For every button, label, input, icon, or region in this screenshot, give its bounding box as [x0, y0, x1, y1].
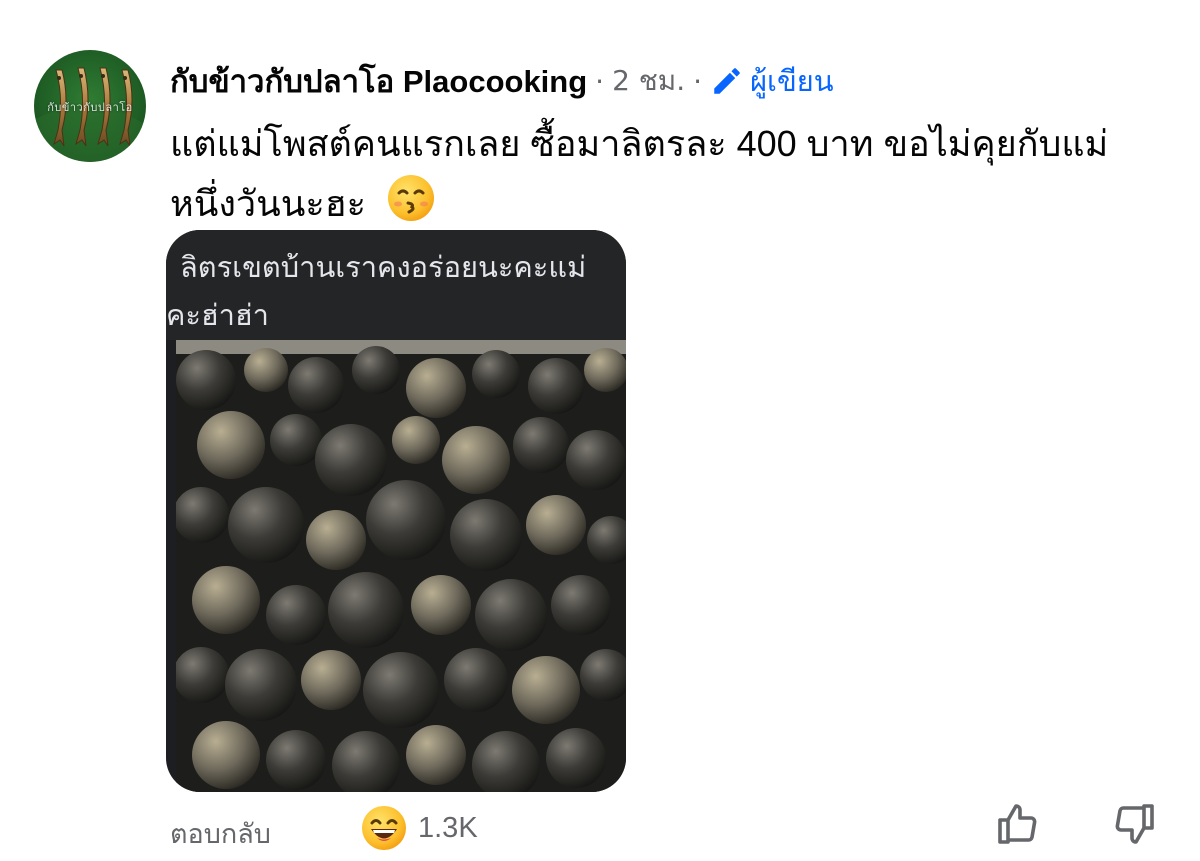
comment-body: แต่แม่โพสต์คนแรกเลย ซื้อมาลิตรละ 400 บาท…	[170, 114, 1160, 240]
attachment-caption-area: ลิตรเขตบ้านเราคงอร่อยนะคะแม่ คะฮ่าฮ่า	[166, 230, 626, 340]
comment-header: กับข้าวกับปลาโอ Plaocooking · 2 ชม. · ผู…	[170, 56, 834, 106]
grinning-face-emoji-icon	[362, 806, 406, 850]
reaction-summary[interactable]: 1.3K	[360, 804, 478, 852]
author-badge-label: ผู้เขียน	[750, 64, 834, 98]
author-badge: ผู้เขียน	[710, 58, 834, 104]
dislike-button[interactable]	[1110, 800, 1158, 852]
attachment-caption-line: คะฮ่าฮ่า	[166, 298, 269, 332]
avatar[interactable]: กับข้าวกับปลาโอ	[34, 50, 146, 162]
like-button[interactable]	[994, 800, 1042, 852]
comment-footer: ตอบกลับ 1.3K	[170, 800, 1160, 856]
comment-time[interactable]: 2 ชม.	[612, 59, 685, 103]
reaction-count: 1.3K	[418, 811, 478, 844]
reply-button[interactable]: ตอบกลับ	[170, 812, 271, 855]
separator: ·	[693, 64, 703, 98]
avatar-caption: กับข้าวกับปลาโอ	[47, 101, 133, 114]
author-name[interactable]: กับข้าวกับปลาโอ Plaocooking	[170, 56, 587, 106]
pencil-icon	[714, 68, 740, 94]
comment-text: แต่แม่โพสต์คนแรกเลย ซื้อมาลิตรละ 400 บาท…	[170, 123, 1109, 225]
comment-attachment-image[interactable]: ลิตรเขตบ้านเราคงอร่อยนะคะแม่ คะฮ่าฮ่า	[166, 230, 626, 792]
thumbs-down-icon	[1115, 804, 1154, 844]
attachment-caption-line: ลิตรเขตบ้านเราคงอร่อยนะคะแม่	[180, 250, 587, 284]
tubers-photo	[176, 340, 626, 792]
separator: ·	[595, 64, 605, 98]
thumbs-up-icon	[998, 804, 1037, 844]
